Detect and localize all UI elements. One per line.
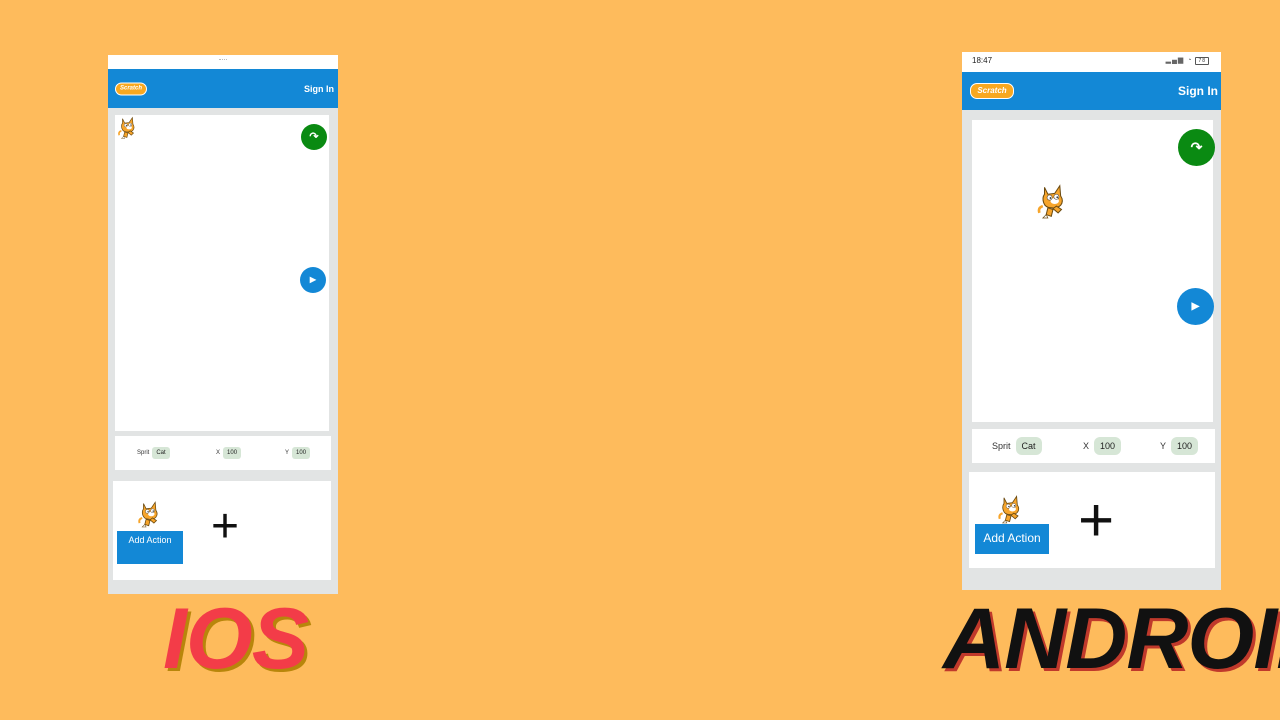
actions-panel: Add Action + [113,481,331,580]
x-field: X 100 [216,447,242,459]
play-button[interactable]: ▶ [1177,288,1214,325]
sprite-label: Sprit [137,450,150,456]
status-bar: 18:47 ▂▄▆ ◔ 78 [962,52,1221,72]
sprite-name-field: Sprit Cat [992,437,1042,455]
ios-caption: IOS [163,591,309,687]
y-field: Y 100 [285,447,311,459]
app-header: Scratch Sign In [108,69,338,108]
sprite-properties-bar: Sprit Cat X 100 Y 100 [115,436,331,470]
add-action-button[interactable]: Add Action [117,531,183,564]
play-icon: ▶ [1191,301,1200,312]
app-header: Scratch Sign In [962,72,1221,110]
scratch-logo: Scratch [115,82,147,95]
scratch-logo: Scratch [970,83,1014,99]
android-caption: ANDROID [943,591,1280,687]
android-phone-screen: 18:47 ▂▄▆ ◔ 78 Scratch Sign In ↷ ▶ Sprit… [962,52,1221,590]
y-label: Y [285,450,290,456]
plus-icon[interactable]: + [1078,490,1114,552]
sprite-value-input[interactable]: Cat [152,447,171,459]
cat-sprite-icon[interactable] [117,115,139,140]
y-label: Y [1160,441,1167,451]
clock-time: 18:47 [972,56,993,65]
y-field: Y 100 [1160,437,1199,455]
cat-sprite-icon[interactable] [997,492,1025,526]
cat-sprite-icon[interactable] [1036,182,1070,220]
green-flag-button[interactable]: ↷ [301,124,327,150]
sign-in-link[interactable]: Sign In [1178,84,1218,98]
system-icons: ▂▄▆ ◔ 78 [1166,56,1209,65]
sprite-value-input[interactable]: Cat [1015,437,1042,455]
actions-panel: Add Action + [969,472,1215,568]
add-action-button[interactable]: Add Action [975,524,1049,554]
plus-icon[interactable]: + [211,503,239,551]
notch-indicator [219,59,227,63]
x-label: X [216,450,221,456]
sign-in-link[interactable]: Sign In [304,84,334,94]
play-icon: ▶ [309,275,317,284]
x-value-input[interactable]: 100 [1094,437,1122,455]
green-flag-icon: ↷ [309,131,319,143]
stage-canvas[interactable]: ↷ ▶ [115,115,329,431]
wifi-icon: ◔ [1187,57,1193,64]
stage-canvas[interactable]: ↷ ▶ [972,120,1215,422]
y-value-input[interactable]: 100 [1171,437,1199,455]
x-field: X 100 [1083,437,1122,455]
x-value-input[interactable]: 100 [223,447,242,459]
play-button[interactable]: ▶ [300,267,326,293]
signal-icon: ▂▄▆ [1165,57,1185,64]
y-value-input[interactable]: 100 [292,447,311,459]
green-flag-button[interactable]: ↷ [1178,129,1215,166]
sprite-properties-bar: Sprit Cat X 100 Y 100 [972,429,1215,463]
battery-icon: 78 [1195,57,1209,65]
sprite-name-field: Sprit Cat [137,447,171,459]
sprite-label: Sprit [992,441,1011,451]
cat-sprite-icon[interactable] [137,497,163,531]
x-label: X [1083,441,1090,451]
green-flag-icon: ↷ [1190,139,1203,155]
status-bar [108,55,338,69]
ios-phone-screen: Scratch Sign In ↷ ▶ Sprit Cat X 100 Y 10… [108,55,338,594]
